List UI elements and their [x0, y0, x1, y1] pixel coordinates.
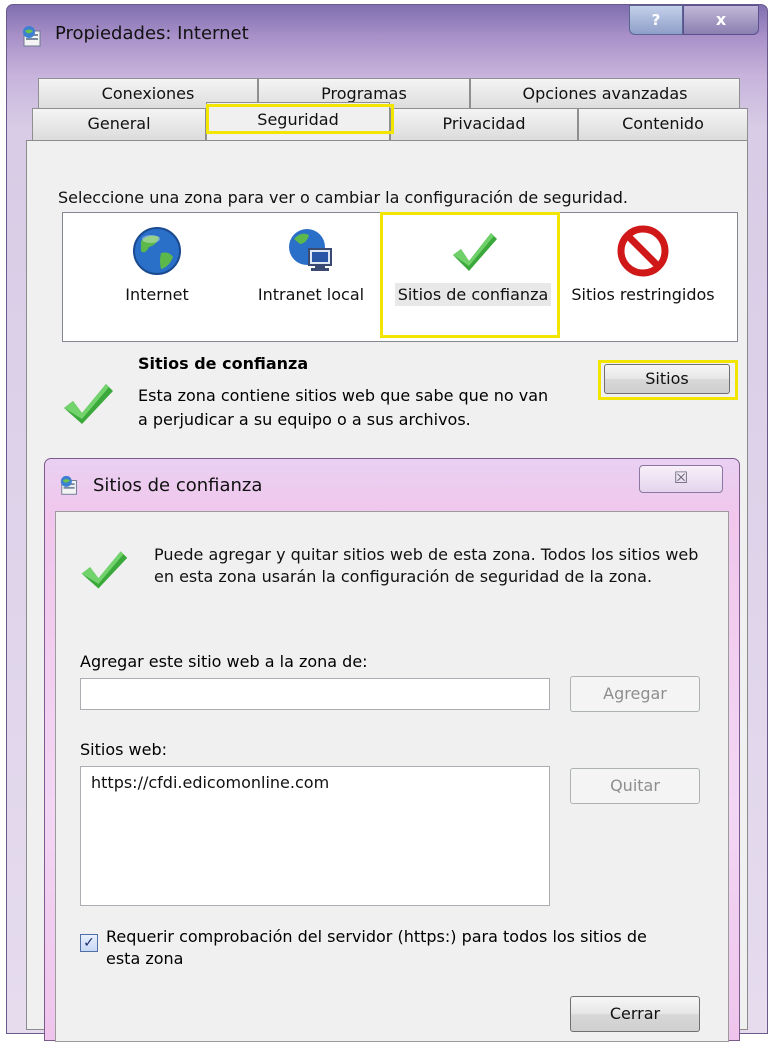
tab-opciones-avanzadas[interactable]: Opciones avanzadas	[470, 78, 740, 110]
restricted-icon	[617, 225, 669, 277]
dialog-close-button[interactable]: ☒	[639, 465, 723, 493]
remove-button[interactable]: Quitar	[570, 768, 700, 804]
dialog-title: Sitios de confianza	[93, 475, 263, 496]
zone-internet-label: Internet	[125, 285, 189, 304]
tab-seguridad[interactable]: Seguridad	[206, 102, 390, 140]
zone-intro-text: Seleccione una zona para ver o cambiar l…	[58, 188, 628, 207]
require-https-checkbox[interactable]: ✓	[80, 934, 98, 952]
sites-button[interactable]: Sitios	[604, 364, 730, 394]
tab-privacidad[interactable]: Privacidad	[390, 108, 578, 140]
dialog-check-icon	[81, 551, 128, 589]
tab-general[interactable]: General	[32, 108, 206, 140]
checkmark-icon	[453, 233, 497, 271]
help-button[interactable]: ?	[629, 5, 683, 35]
trusted-zone-check-icon	[64, 384, 113, 424]
zone-sitios-de-confianza-label: Sitios de confianza	[394, 283, 552, 306]
close-dialog-button[interactable]: Cerrar	[570, 996, 700, 1032]
globe-icon	[133, 227, 181, 275]
tab-contenido[interactable]: Contenido	[578, 108, 748, 140]
intranet-icon	[289, 229, 332, 271]
zone-sitios-restringidos-label: Sitios restringidos	[571, 285, 715, 304]
window-title: Propiedades: Internet	[55, 23, 249, 44]
list-item[interactable]: https://cfdi.edicomonline.com	[81, 767, 549, 798]
dialog-icon	[60, 475, 77, 495]
add-site-input[interactable]	[80, 678, 550, 710]
websites-label: Sitios web:	[80, 740, 168, 759]
selected-zone-description: Esta zona contiene sitios web que sabe q…	[138, 386, 549, 429]
add-button[interactable]: Agregar	[570, 676, 700, 712]
zone-intranet-local[interactable]: Intranet local	[241, 221, 381, 304]
zone-sitios-de-confianza[interactable]: Sitios de confianza	[391, 221, 555, 306]
selected-zone-title: Sitios de confianza	[138, 354, 309, 373]
require-https-label: Requerir comprobación del servidor (http…	[106, 927, 647, 968]
zone-sitios-restringidos[interactable]: Sitios restringidos	[563, 221, 723, 304]
dialog-description: Puede agregar y quitar sitios web de est…	[154, 545, 699, 586]
zone-internet[interactable]: Internet	[97, 221, 217, 304]
add-site-label: Agregar este sitio web a la zona de:	[80, 652, 368, 671]
zone-list: Internet Intranet local Sitios de confia…	[62, 212, 738, 342]
internet-options-icon	[23, 26, 41, 47]
websites-list[interactable]: https://cfdi.edicomonline.com	[80, 766, 550, 906]
zone-intranet-label: Intranet local	[257, 285, 365, 304]
close-button[interactable]: x	[683, 5, 759, 35]
title-bar[interactable]: Propiedades: Internet ? x	[7, 5, 767, 61]
